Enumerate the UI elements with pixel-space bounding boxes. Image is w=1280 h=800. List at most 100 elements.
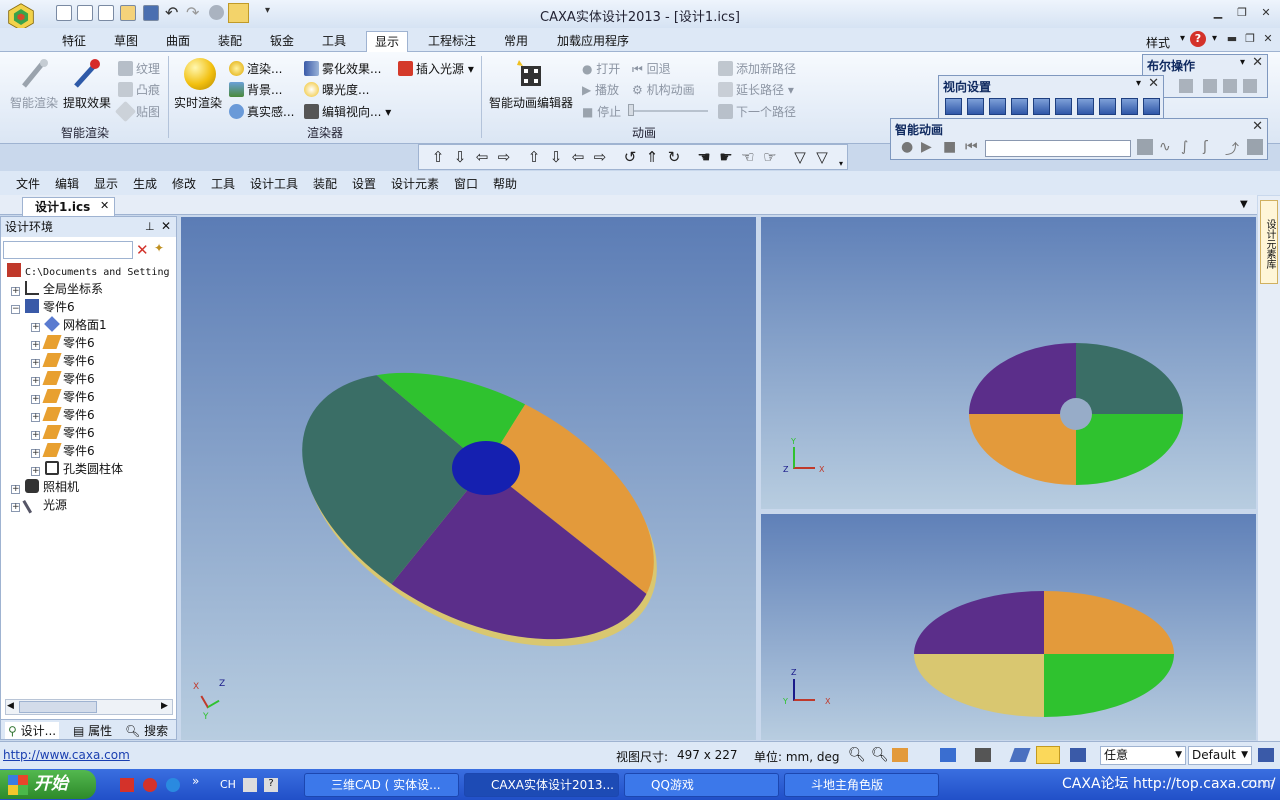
render-mode-icon[interactable] (892, 748, 908, 762)
anim-play-button[interactable]: ▶ 播放 (582, 81, 619, 98)
menu-edit[interactable]: 编辑 (55, 175, 79, 192)
arrow-left-icon[interactable]: ⇦ (473, 148, 491, 166)
anim-record-icon[interactable]: ● (901, 139, 913, 155)
expand-icon[interactable]: + (31, 395, 40, 404)
view-iso3-icon[interactable] (1121, 98, 1138, 115)
light2-icon[interactable]: ▽ (813, 148, 831, 166)
pick-filter-select[interactable]: 任意 ▼ (1100, 746, 1186, 765)
anim-stop-icon[interactable]: ■ (943, 139, 956, 155)
taskbar-item-doudizhu[interactable]: 斗地主角色版 (784, 773, 939, 797)
scroll-right-icon[interactable]: ▶ (161, 701, 168, 711)
mechanism-anim-button[interactable]: ⚙ 机构动画 (632, 81, 695, 98)
insert-light-button[interactable]: 插入光源 ▾ (398, 60, 474, 77)
anim-rewind-button[interactable]: ⏮ 回退 (632, 60, 671, 77)
boolean-panel-close-icon[interactable]: ✕ (1252, 55, 1263, 70)
hand-zoom-icon[interactable]: ☜ (739, 148, 757, 166)
realism-button[interactable]: 真实感... (229, 103, 294, 120)
expand-icon[interactable]: + (31, 377, 40, 386)
tree-child[interactable]: + 零件6 (31, 406, 95, 424)
layout-icon[interactable] (1258, 748, 1274, 762)
pin-icon[interactable]: ⊥ (145, 220, 155, 233)
texture-button[interactable]: 纹理 (118, 60, 160, 77)
view-panel-menu-icon[interactable]: ▾ (1136, 78, 1141, 89)
taskbar-item-qqgame[interactable]: QQ游戏 (624, 773, 779, 797)
rotate-cw-icon[interactable]: ↻ (665, 148, 683, 166)
tree-part[interactable]: − 零件6 (11, 298, 75, 316)
document-tab-close-icon[interactable]: ✕ (100, 199, 109, 212)
menu-settings[interactable]: 设置 (352, 175, 376, 192)
expand-icon[interactable]: + (31, 449, 40, 458)
front-view-viewport[interactable]: Z Y X (761, 514, 1256, 740)
anim-path4-icon[interactable]: ⤴ (1225, 139, 1239, 159)
tab-tools[interactable]: 工具 (314, 31, 354, 52)
scroll-left-icon[interactable]: ◀ (7, 701, 14, 711)
style-dropdown-icon[interactable]: ▾ (1180, 33, 1185, 44)
decal-button[interactable]: 贴图 (114, 100, 160, 123)
tree-child[interactable]: + 零件6 (31, 424, 95, 442)
expand-icon[interactable]: + (11, 287, 20, 296)
boolean-intersect-icon[interactable] (1223, 79, 1237, 93)
hand-tilt-icon[interactable]: ☞ (761, 148, 779, 166)
style-menu[interactable]: 样式 (1146, 34, 1170, 51)
expand-icon[interactable]: + (11, 503, 20, 512)
next-path-button[interactable]: 下一个路径 (718, 103, 796, 120)
tree-filter-icon[interactable]: ✦ (154, 241, 172, 259)
expand-icon[interactable]: + (31, 359, 40, 368)
view-right-icon[interactable] (1011, 98, 1028, 115)
document-list-dropdown-icon[interactable]: ▼ (1240, 199, 1248, 210)
expand-icon[interactable]: + (31, 413, 40, 422)
view-iso4-icon[interactable] (1143, 98, 1160, 115)
collapse-icon[interactable]: − (11, 305, 20, 314)
ribbon-minimize-button[interactable]: ▬ (1224, 32, 1240, 46)
menu-design-elements[interactable]: 设计元素 (391, 175, 439, 192)
tree-child[interactable]: + 零件6 (31, 388, 95, 406)
realtime-render-button[interactable]: 实时渲染 (174, 94, 222, 111)
filter-icon[interactable] (1070, 748, 1086, 762)
render-button[interactable]: 渲染... (229, 60, 282, 77)
tab-display[interactable]: 显示 (366, 31, 409, 52)
taskbar-item-ie[interactable]: 三维CAD ( 实体设... (304, 773, 459, 797)
zoom-icon[interactable]: 🔍︎ (848, 747, 866, 763)
view-left-icon[interactable] (989, 98, 1006, 115)
tree-child[interactable]: + 零件6 (31, 442, 95, 460)
tree-global-coord[interactable]: + 全局坐标系 (11, 280, 103, 298)
arrow-down-icon[interactable]: ⇩ (451, 148, 469, 166)
expand-icon[interactable]: + (31, 323, 40, 332)
rotate-ccw-icon[interactable]: ↺ (621, 148, 639, 166)
move-right-icon[interactable]: ⇨ (591, 148, 609, 166)
fog-effect-button[interactable]: 雾化效果... (304, 60, 381, 77)
arrow-up-icon[interactable]: ⇧ (429, 148, 447, 166)
menu-tools[interactable]: 工具 (211, 175, 235, 192)
tab-search[interactable]: 🔍︎ 搜索 (125, 722, 168, 739)
add-path-button[interactable]: 添加新路径 (718, 60, 796, 77)
tree-child[interactable]: + 零件6 (31, 334, 95, 352)
tab-addins[interactable]: 加载应用程序 (549, 31, 637, 52)
exposure-button[interactable]: 曝光度... (304, 81, 369, 98)
boolean-subtract-icon[interactable] (1203, 79, 1217, 93)
view-panel-close-icon[interactable]: ✕ (1148, 76, 1159, 91)
anim-rewind-icon[interactable]: ⏮ (965, 139, 978, 155)
tree-child[interactable]: + 零件6 (31, 352, 95, 370)
arrow-right-icon[interactable]: ⇨ (495, 148, 513, 166)
ribbon-restore-button[interactable]: ❐ (1242, 32, 1258, 46)
boolean-split-icon[interactable] (1243, 79, 1257, 93)
menu-assembly[interactable]: 装配 (313, 175, 337, 192)
tree-hole[interactable]: + 孔类圆柱体 (31, 460, 123, 478)
view-top-icon[interactable] (1033, 98, 1050, 115)
tab-drafting[interactable]: 工程标注 (420, 31, 484, 52)
tab-design-tree[interactable]: ⚲ 设计... (5, 722, 60, 739)
anim-path2-icon[interactable]: ∫ (1181, 139, 1188, 155)
extend-path-button[interactable]: 延长路径 ▾ (718, 81, 794, 98)
tab-surface[interactable]: 曲面 (158, 31, 198, 52)
hand-pan-icon[interactable]: ☚ (695, 148, 713, 166)
zoom-window-icon[interactable]: 🔍︎ (871, 747, 889, 763)
move-down-icon[interactable]: ⇩ (547, 148, 565, 166)
view-iso2-icon[interactable] (1099, 98, 1116, 115)
anim-path-icon[interactable]: ∿ (1159, 139, 1171, 155)
tab-sheetmetal[interactable]: 钣金 (262, 31, 302, 52)
menu-design-tools[interactable]: 设计工具 (250, 175, 298, 192)
side-panel-close-icon[interactable]: ✕ (161, 219, 171, 233)
anim-timeline[interactable] (985, 140, 1131, 157)
caxa-website-link[interactable]: http://www.caxa.com (3, 748, 130, 762)
top-view-viewport[interactable]: Y Z X (761, 217, 1256, 509)
